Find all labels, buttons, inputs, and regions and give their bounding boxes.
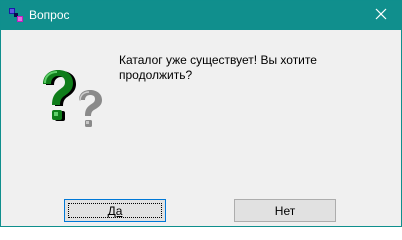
close-icon <box>375 8 387 23</box>
dialog-message: Каталог уже существует! Вы хотите продол… <box>119 53 317 82</box>
window-title: Вопрос <box>29 8 70 22</box>
dialog-window: Вопрос Каталог уже существует! Вы хотите… <box>0 0 402 227</box>
title-bar[interactable]: Вопрос <box>1 1 401 30</box>
question-mark-icon <box>41 70 105 136</box>
close-button[interactable] <box>361 1 401 30</box>
no-button-label: Нет <box>274 203 296 218</box>
yes-button-label: Да <box>107 203 123 218</box>
no-button[interactable]: Нет <box>234 199 336 222</box>
app-window-icon[interactable] <box>9 8 23 23</box>
dialog-body: Каталог уже существует! Вы хотите продол… <box>1 30 401 226</box>
yes-button[interactable]: Да <box>64 199 166 222</box>
